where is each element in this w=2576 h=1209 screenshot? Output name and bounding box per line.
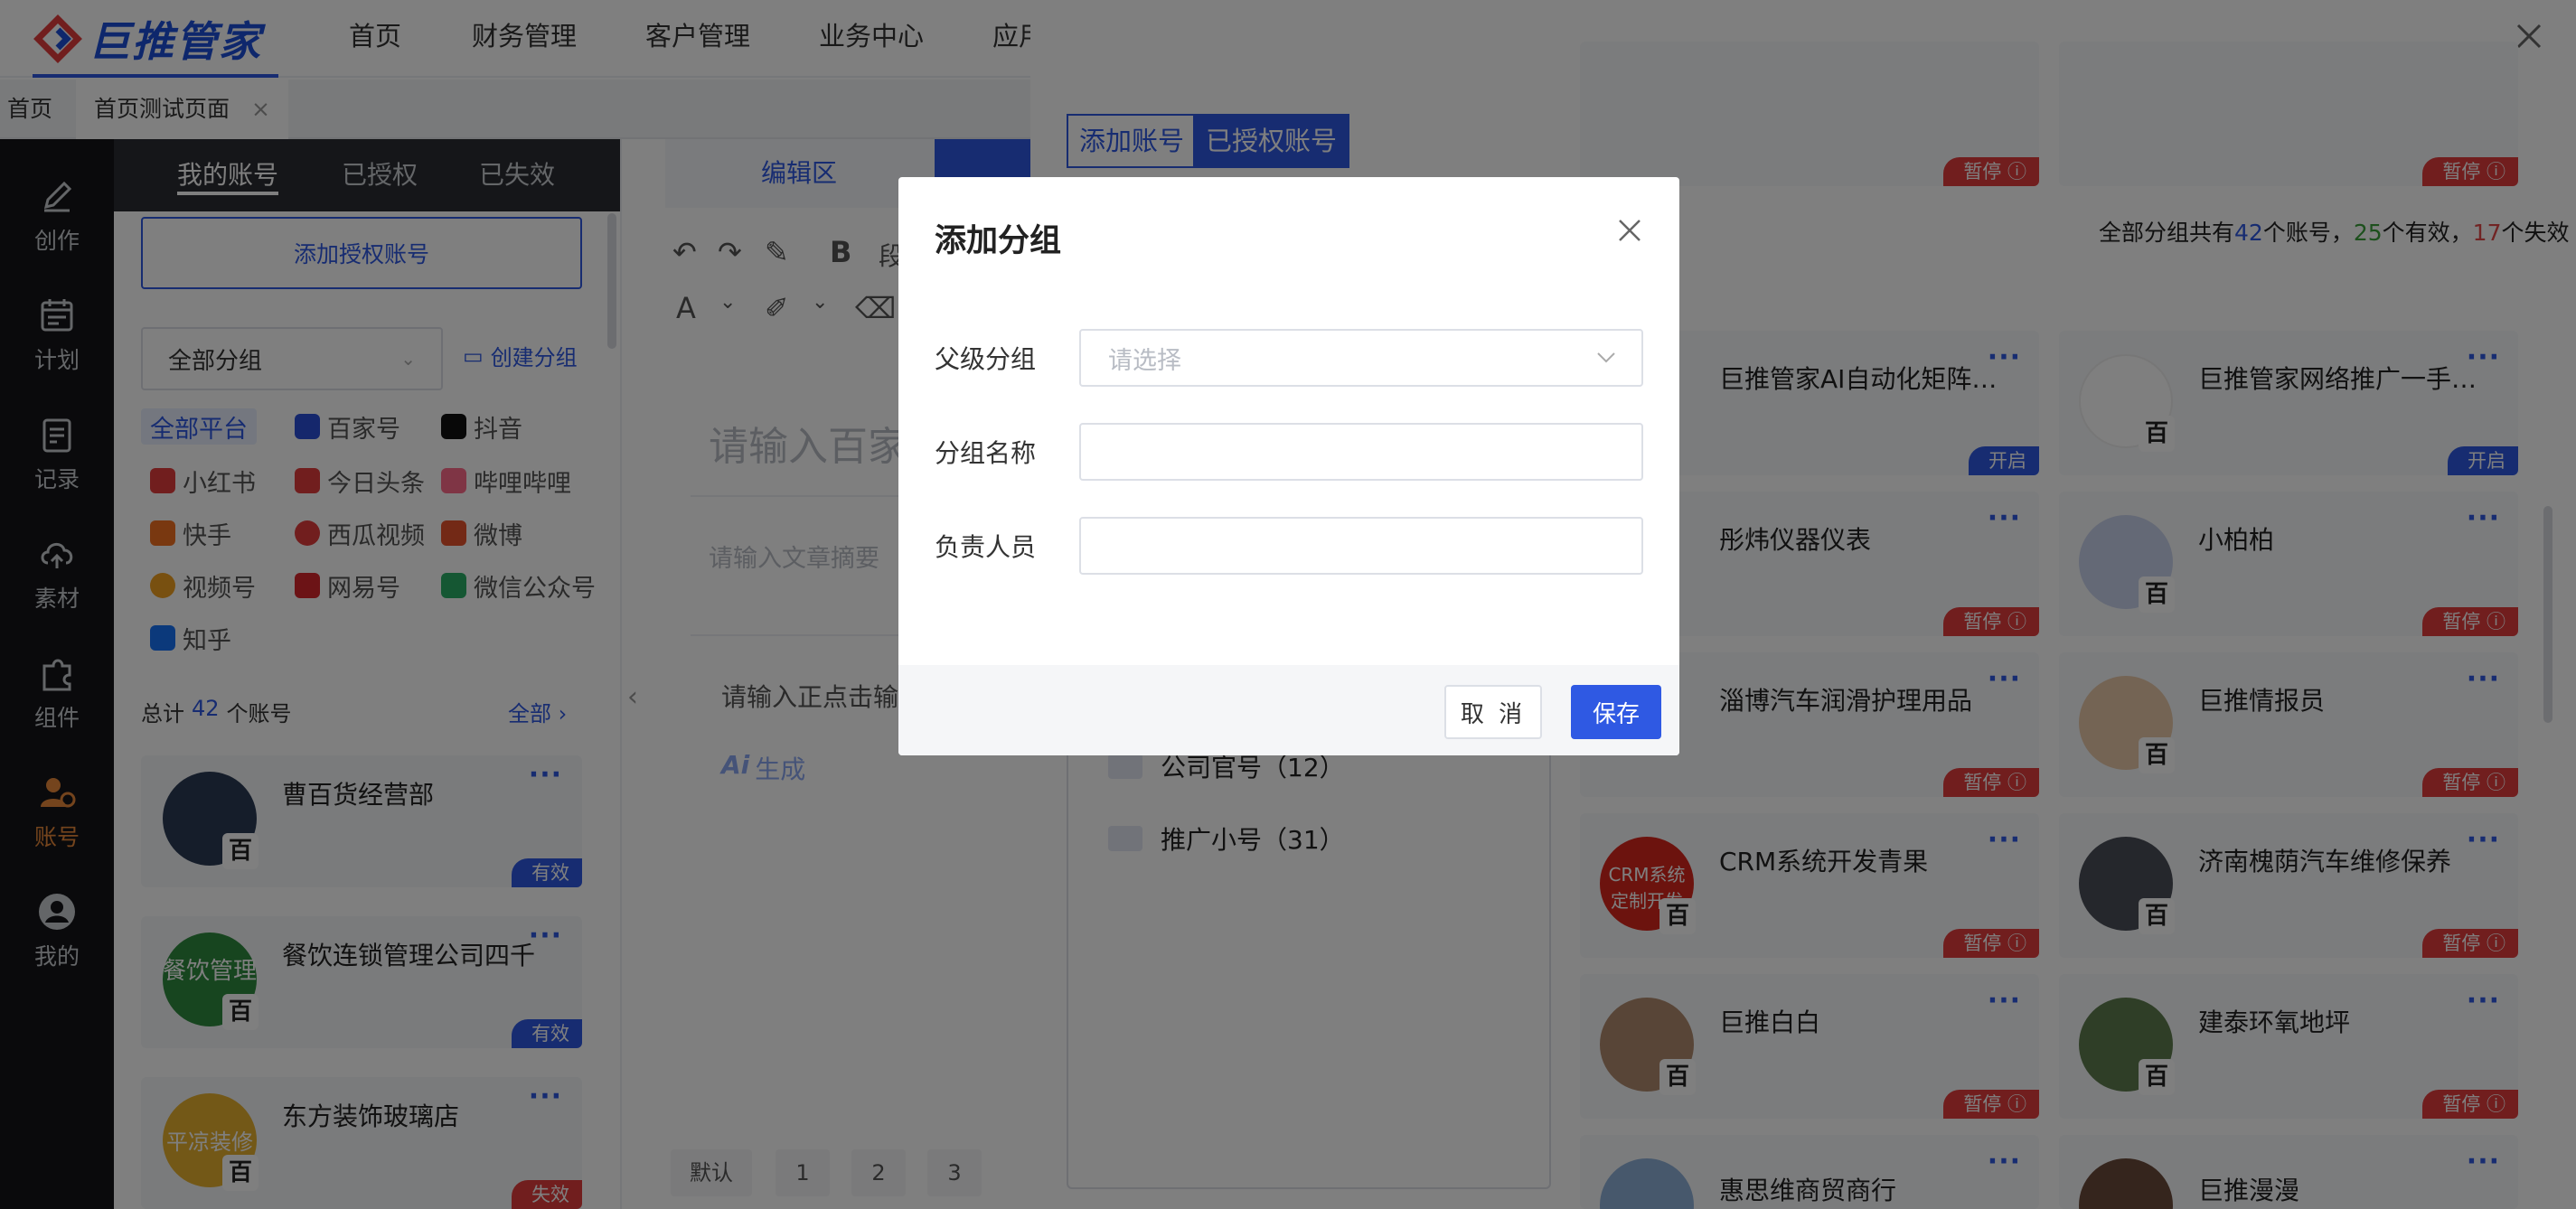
parent-group-placeholder: 请选择: [1108, 346, 1181, 375]
group-name-input[interactable]: [1079, 423, 1643, 481]
group-name-label: 分组名称: [935, 438, 1037, 468]
chevron-down-icon: [1597, 352, 1615, 363]
modal-footer: [898, 665, 1679, 755]
add-group-modal: 添加分组 父级分组 请选择 分组名称 负责人员 取 消 保存: [898, 177, 1679, 755]
owner-input[interactable]: [1079, 517, 1643, 575]
parent-group-select[interactable]: 请选择: [1079, 329, 1643, 387]
save-button[interactable]: 保存: [1571, 685, 1661, 739]
cancel-button[interactable]: 取 消: [1444, 685, 1542, 739]
modal-title: 添加分组: [935, 223, 1062, 259]
close-icon[interactable]: [1614, 215, 1645, 246]
parent-group-label: 父级分组: [935, 344, 1037, 374]
owner-label: 负责人员: [935, 532, 1037, 562]
